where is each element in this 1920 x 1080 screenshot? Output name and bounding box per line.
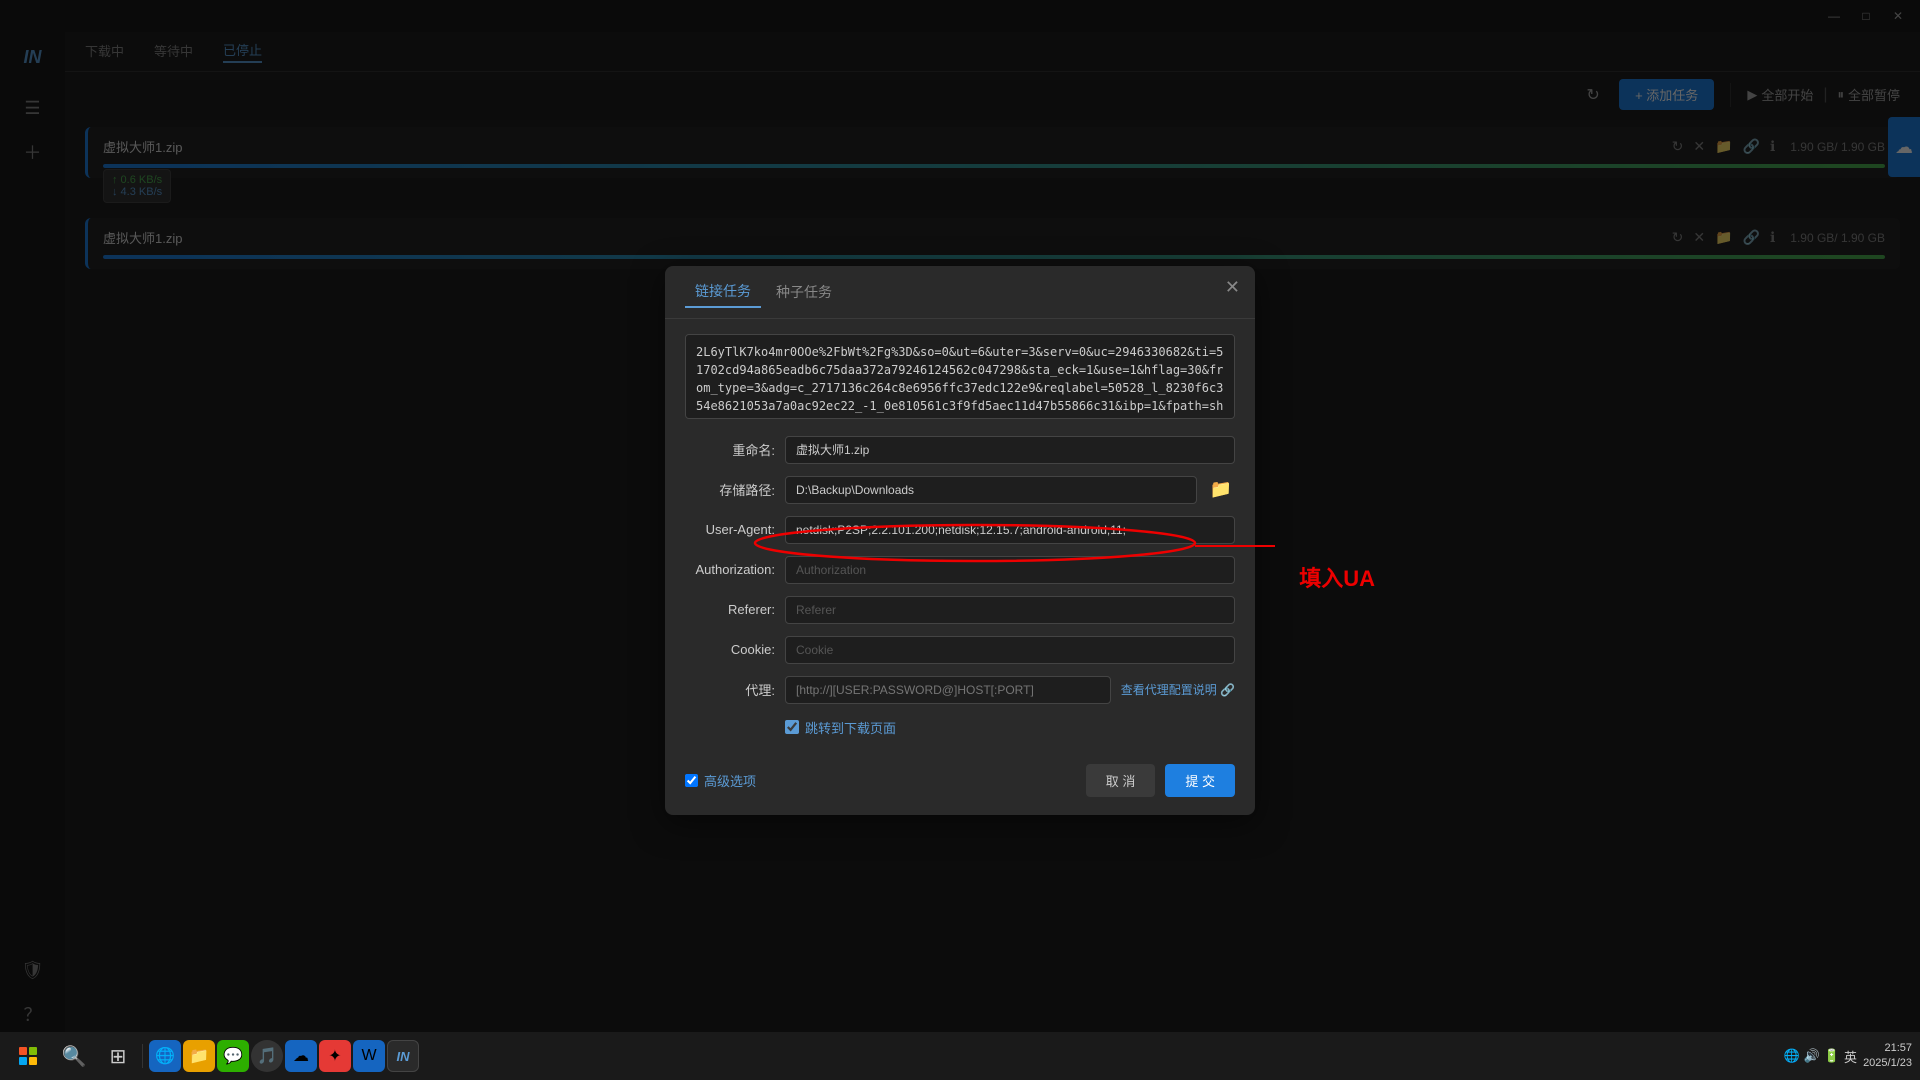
add-task-dialog: 链接任务 种子任务 ✕ 2L6yTlK7ko4mr0OOe%2FbWt%2Fg%… — [665, 266, 1255, 815]
dialog-tab-link[interactable]: 链接任务 — [685, 281, 761, 308]
proxy-label: 代理: — [685, 680, 775, 699]
advanced-options-label[interactable]: 高级选项 — [704, 771, 756, 790]
taskbar-volume-icon[interactable]: 🔊 — [1804, 1048, 1820, 1064]
taskbar-sys-tray: 🌐 🔊 🔋 英 — [1783, 1047, 1857, 1066]
proxy-row: 代理: 查看代理配置说明 🔗 — [685, 676, 1235, 704]
taskbar-search-icon[interactable]: 🔍 — [50, 1038, 98, 1074]
ua-annotation-text: 填入UA — [1299, 566, 1375, 591]
cancel-button[interactable]: 取 消 — [1086, 764, 1156, 797]
jump-to-download-label[interactable]: 跳转到下载页面 — [805, 718, 896, 737]
referer-row: Referer: — [685, 596, 1235, 624]
cookie-row: Cookie: — [685, 636, 1235, 664]
taskbar-network-icon[interactable]: 🌐 — [1783, 1048, 1799, 1064]
taskbar: 🔍 ⊞ 🌐 📁 💬 🎵 ☁ ✦ W IN 🌐 🔊 🔋 英 21:57 2025/… — [0, 1032, 1920, 1080]
jump-checkbox-row: 跳转到下载页面 — [785, 718, 1235, 737]
storage-row: 存储路径: 📁 — [685, 476, 1235, 504]
user-agent-row: User-Agent: — [685, 516, 1235, 544]
taskbar-separator-1 — [142, 1044, 143, 1068]
taskbar-right: 🌐 🔊 🔋 英 21:57 2025/1/23 — [1783, 1041, 1912, 1072]
taskbar-edge-icon[interactable]: 🌐 — [149, 1040, 181, 1072]
jump-to-download-checkbox[interactable] — [785, 720, 799, 734]
rename-input[interactable] — [785, 436, 1235, 464]
taskbar-taskview-icon[interactable]: ⊞ — [100, 1038, 136, 1074]
browse-folder-button[interactable]: 📁 — [1207, 476, 1235, 504]
taskbar-lang-indicator[interactable]: 英 — [1844, 1047, 1857, 1066]
cookie-label: Cookie: — [685, 642, 775, 657]
taskbar-cloud-icon[interactable]: ☁ — [285, 1040, 317, 1072]
windows-logo — [19, 1047, 37, 1065]
rename-label: 重命名: — [685, 440, 775, 459]
rename-row: 重命名: — [685, 436, 1235, 464]
start-button[interactable] — [8, 1036, 48, 1076]
taskbar-explorer-icon[interactable]: 📁 — [183, 1040, 215, 1072]
taskbar-wechat-icon[interactable]: 💬 — [217, 1040, 249, 1072]
user-agent-label: User-Agent: — [685, 522, 775, 537]
taskbar-app6-icon[interactable]: ✦ — [319, 1040, 351, 1072]
taskbar-idm-label: IN — [397, 1049, 410, 1064]
referer-label: Referer: — [685, 602, 775, 617]
taskbar-word-icon[interactable]: W — [353, 1040, 385, 1072]
authorization-input[interactable] — [785, 556, 1235, 584]
win-logo-red — [19, 1047, 27, 1055]
taskbar-battery-icon[interactable]: 🔋 — [1824, 1048, 1840, 1064]
url-input[interactable]: 2L6yTlK7ko4mr0OOe%2FbWt%2Fg%3D&so=0&ut=6… — [685, 334, 1235, 419]
win-logo-green — [29, 1047, 37, 1055]
taskbar-clock[interactable]: 21:57 2025/1/23 — [1863, 1041, 1912, 1072]
submit-button[interactable]: 提 交 — [1165, 764, 1235, 797]
dialog-header: 链接任务 种子任务 ✕ — [665, 266, 1255, 319]
dialog-footer: 高级选项 取 消 提 交 — [665, 752, 1255, 815]
storage-input[interactable] — [785, 476, 1197, 504]
modal-overlay: 链接任务 种子任务 ✕ 2L6yTlK7ko4mr0OOe%2FbWt%2Fg%… — [0, 0, 1920, 1080]
taskbar-idm-icon[interactable]: IN — [387, 1040, 419, 1072]
dialog-tab-torrent[interactable]: 种子任务 — [766, 282, 842, 307]
taskbar-app4-icon[interactable]: 🎵 — [251, 1040, 283, 1072]
app-background: — □ ✕ IN ☰ ＋ 🛡 ？ 下载中 等待中 已停止 ↻ + 添加任务 ▶ … — [0, 0, 1920, 1080]
win-logo-blue — [19, 1057, 27, 1065]
dialog-footer-buttons: 取 消 提 交 — [1086, 764, 1235, 797]
dialog-close-button[interactable]: ✕ — [1225, 278, 1240, 296]
authorization-row: Authorization: — [685, 556, 1235, 584]
advanced-options-checkbox[interactable] — [685, 774, 698, 787]
proxy-input[interactable] — [785, 676, 1111, 704]
proxy-help-link[interactable]: 查看代理配置说明 🔗 — [1121, 681, 1235, 698]
storage-label: 存储路径: — [685, 480, 775, 499]
authorization-label: Authorization: — [685, 562, 775, 577]
dialog-body: 2L6yTlK7ko4mr0OOe%2FbWt%2Fg%3D&so=0&ut=6… — [665, 319, 1255, 752]
referer-input[interactable] — [785, 596, 1235, 624]
user-agent-input[interactable] — [785, 516, 1235, 544]
taskbar-date-value: 2025/1/23 — [1863, 1056, 1912, 1071]
win-logo-yellow — [29, 1057, 37, 1065]
taskbar-time-value: 21:57 — [1863, 1041, 1912, 1056]
advanced-options-row: 高级选项 — [685, 771, 756, 790]
cookie-input[interactable] — [785, 636, 1235, 664]
